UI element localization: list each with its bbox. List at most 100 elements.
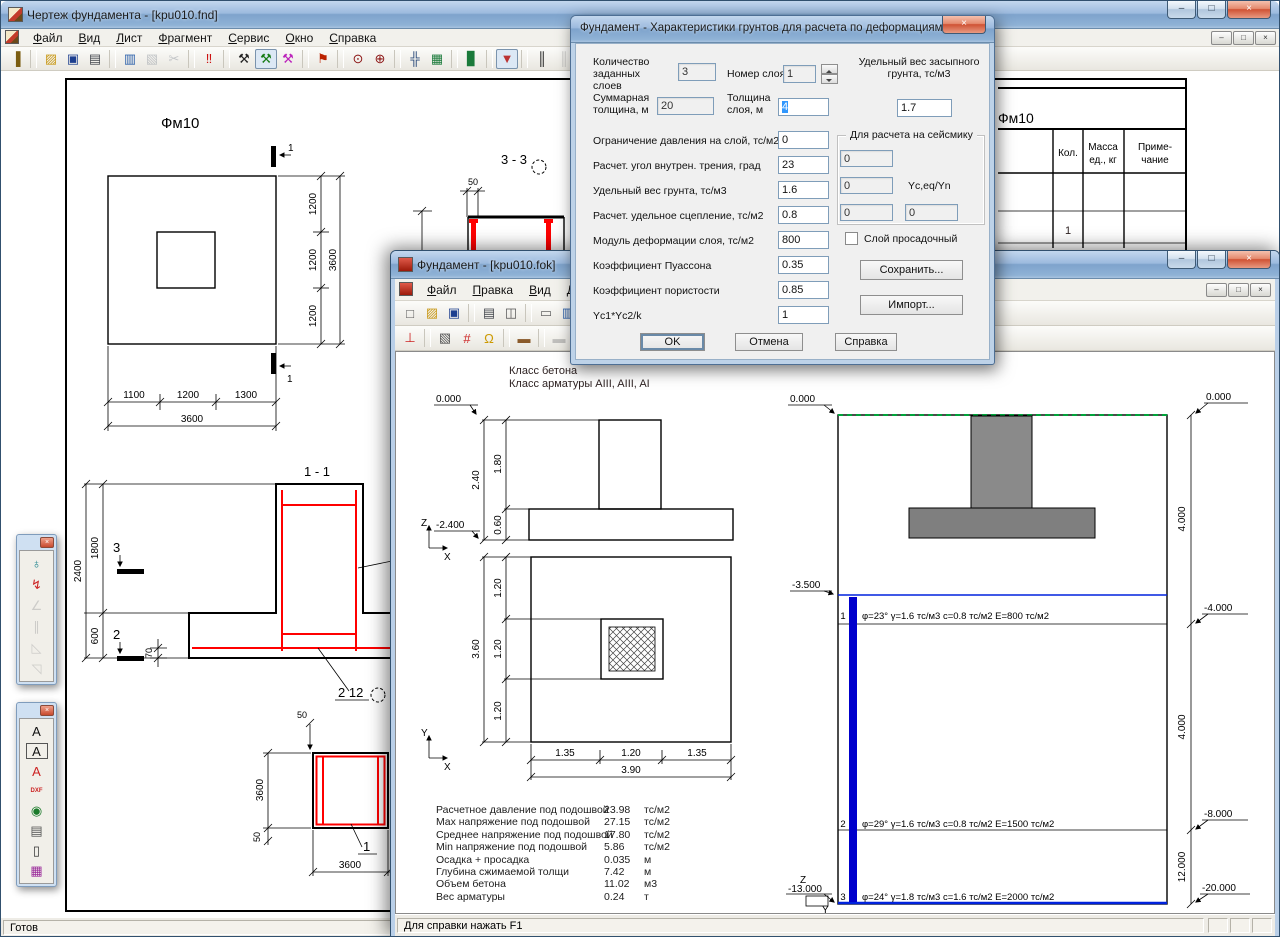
copy-icon[interactable]: ▥ — [119, 49, 141, 69]
mdi-close-button[interactable]: × — [1250, 283, 1271, 297]
seismic-field-1[interactable]: 0 — [840, 150, 893, 167]
solid-view-icon[interactable]: ▧ — [434, 328, 456, 348]
save-button[interactable]: Сохранить... — [860, 260, 963, 280]
new-icon[interactable]: □ — [399, 303, 421, 323]
backfill-weight-field[interactable]: 1.7 — [897, 99, 952, 117]
menu-item[interactable]: Файл — [419, 282, 465, 298]
minimize-button[interactable]: – — [1167, 251, 1196, 269]
specification-icon[interactable]: ▊ — [461, 49, 483, 69]
levels-icon[interactable]: ‼ — [198, 49, 220, 69]
cancel-button[interactable]: Отмена — [735, 333, 803, 351]
zoom-target-icon[interactable]: ⊕ — [369, 49, 391, 69]
layer-number-field[interactable]: 1 — [783, 65, 816, 83]
menu-item[interactable]: Лист — [108, 30, 150, 46]
close-button[interactable]: × — [942, 16, 986, 34]
spin-down-icon[interactable] — [821, 74, 838, 84]
mdi-restore-button[interactable]: □ — [1228, 283, 1249, 297]
close-icon[interactable]: × — [40, 705, 54, 716]
mdi-minimize-button[interactable]: – — [1211, 31, 1232, 45]
case-icon[interactable]: ▬ — [548, 328, 570, 348]
mark-icon[interactable]: ⚑ — [312, 49, 334, 69]
angle-icon-1[interactable]: ∠ — [24, 595, 50, 616]
export-print-icon[interactable]: ▤ — [24, 821, 50, 841]
angle-icon-2[interactable]: ∥ — [24, 616, 50, 637]
open-icon[interactable]: ▨ — [421, 303, 443, 323]
seismic-field-4[interactable]: 0 — [905, 204, 958, 221]
select-region-icon[interactable]: ▭ — [535, 303, 557, 323]
open-icon[interactable]: ▨ — [40, 49, 62, 69]
field-input[interactable]: 800 — [778, 231, 829, 249]
close-icon[interactable]: × — [40, 537, 54, 548]
close-button[interactable]: × — [1227, 251, 1271, 269]
foundation-icon[interactable]: ⊥ — [399, 328, 421, 348]
text-frame-icon[interactable]: A — [24, 741, 50, 761]
minimize-button[interactable]: – — [1167, 1, 1196, 19]
menu-item[interactable]: Окно — [277, 30, 321, 46]
seismic-field-3[interactable]: 0 — [840, 204, 893, 221]
field-input[interactable]: 0.8 — [778, 206, 829, 224]
text-icon[interactable]: A — [24, 721, 50, 741]
print-preview-icon[interactable]: ◫ — [500, 303, 522, 323]
mdi-restore-button[interactable]: □ — [1233, 31, 1254, 45]
print-icon[interactable]: ▤ — [478, 303, 500, 323]
close-button[interactable]: × — [1227, 1, 1271, 19]
page-bw-icon[interactable]: ▯ — [24, 841, 50, 861]
save-icon[interactable]: ▣ — [443, 303, 465, 323]
field-input[interactable]: 0.85 — [778, 281, 829, 299]
sheet-settings-icon[interactable]: ▦ — [426, 49, 448, 69]
mdi-minimize-button[interactable]: – — [1206, 283, 1227, 297]
menu-item[interactable]: Справка — [321, 30, 384, 46]
stamp-icon[interactable]: ▼ — [496, 49, 518, 69]
menu-item[interactable]: Фрагмент — [150, 30, 220, 46]
maximize-button[interactable]: □ — [1197, 1, 1226, 19]
total-thickness-field[interactable]: 20 — [657, 97, 714, 115]
mdi-close-button[interactable]: × — [1255, 31, 1276, 45]
layer-thickness-field[interactable]: 4 — [778, 98, 829, 116]
dimension-icon[interactable]: ↯ — [24, 574, 50, 595]
maximize-button[interactable]: □ — [1197, 251, 1226, 269]
floating-toolbar-titlebar[interactable]: × — [19, 537, 54, 550]
menu-item[interactable]: Сервис — [220, 30, 277, 46]
menu-item[interactable]: Вид — [71, 30, 109, 46]
move-sheet-icon[interactable]: ╬ — [404, 49, 426, 69]
calc-canvas[interactable]: Класс бетона Класс арматуры AIII, AIII, … — [395, 351, 1275, 914]
field-input[interactable]: 23 — [778, 156, 829, 174]
ok-button[interactable]: OK — [640, 333, 705, 351]
menu-item[interactable]: Файл — [25, 30, 71, 46]
resize-grip[interactable] — [1252, 918, 1272, 933]
page-color-icon[interactable]: ▦ — [24, 861, 50, 881]
zoom-window-icon[interactable]: ⊙ — [347, 49, 369, 69]
angle-icon-4[interactable]: ◹ — [24, 658, 50, 679]
help-button[interactable]: Справка — [835, 333, 897, 351]
cut-icon[interactable]: ✂ — [163, 49, 185, 69]
lamp-icon[interactable]: Ω — [478, 328, 500, 348]
spin-up-icon[interactable] — [821, 64, 838, 74]
paste-icon[interactable]: ▧ — [141, 49, 163, 69]
angle-icon-3[interactable]: ◺ — [24, 637, 50, 658]
dialog-titlebar[interactable]: Фундамент - Характеристики грунтов для р… — [571, 16, 994, 43]
hammer-icon[interactable]: ⚒ — [233, 49, 255, 69]
print-icon[interactable]: ▤ — [84, 49, 106, 69]
layers-count-field[interactable]: 3 — [678, 63, 716, 81]
text-color-icon[interactable]: A — [24, 761, 50, 781]
field-input[interactable]: 0.35 — [778, 256, 829, 274]
floating-toolbar-titlebar[interactable]: × — [19, 705, 54, 718]
field-input[interactable]: 1.6 — [778, 181, 829, 199]
field-input[interactable]: 0 — [778, 131, 829, 149]
subsidence-checkbox[interactable] — [845, 232, 858, 245]
rebar-mesh-icon[interactable]: # — [456, 328, 478, 348]
menu-item[interactable]: Вид — [521, 282, 559, 298]
import-button[interactable]: Импорт... — [860, 295, 963, 315]
globe-icon[interactable]: ◉ — [24, 801, 50, 821]
survey-icon[interactable]: ♁ — [24, 553, 50, 574]
hammer-add-icon[interactable]: ⚒ — [255, 49, 277, 69]
seismic-field-2[interactable]: 0 — [840, 177, 893, 194]
brush-icon[interactable]: ▬ — [513, 328, 535, 348]
hammer-delete-icon[interactable]: ⚒ — [277, 49, 299, 69]
field-input[interactable]: 1 — [778, 306, 829, 324]
menu-item[interactable]: Правка — [465, 282, 522, 298]
rebar-grid-icon[interactable]: ║ — [531, 49, 553, 69]
save-icon[interactable]: ▣ — [62, 49, 84, 69]
exit-icon[interactable]: ▐ — [5, 49, 27, 69]
dxf-icon[interactable]: DXF — [24, 781, 50, 801]
